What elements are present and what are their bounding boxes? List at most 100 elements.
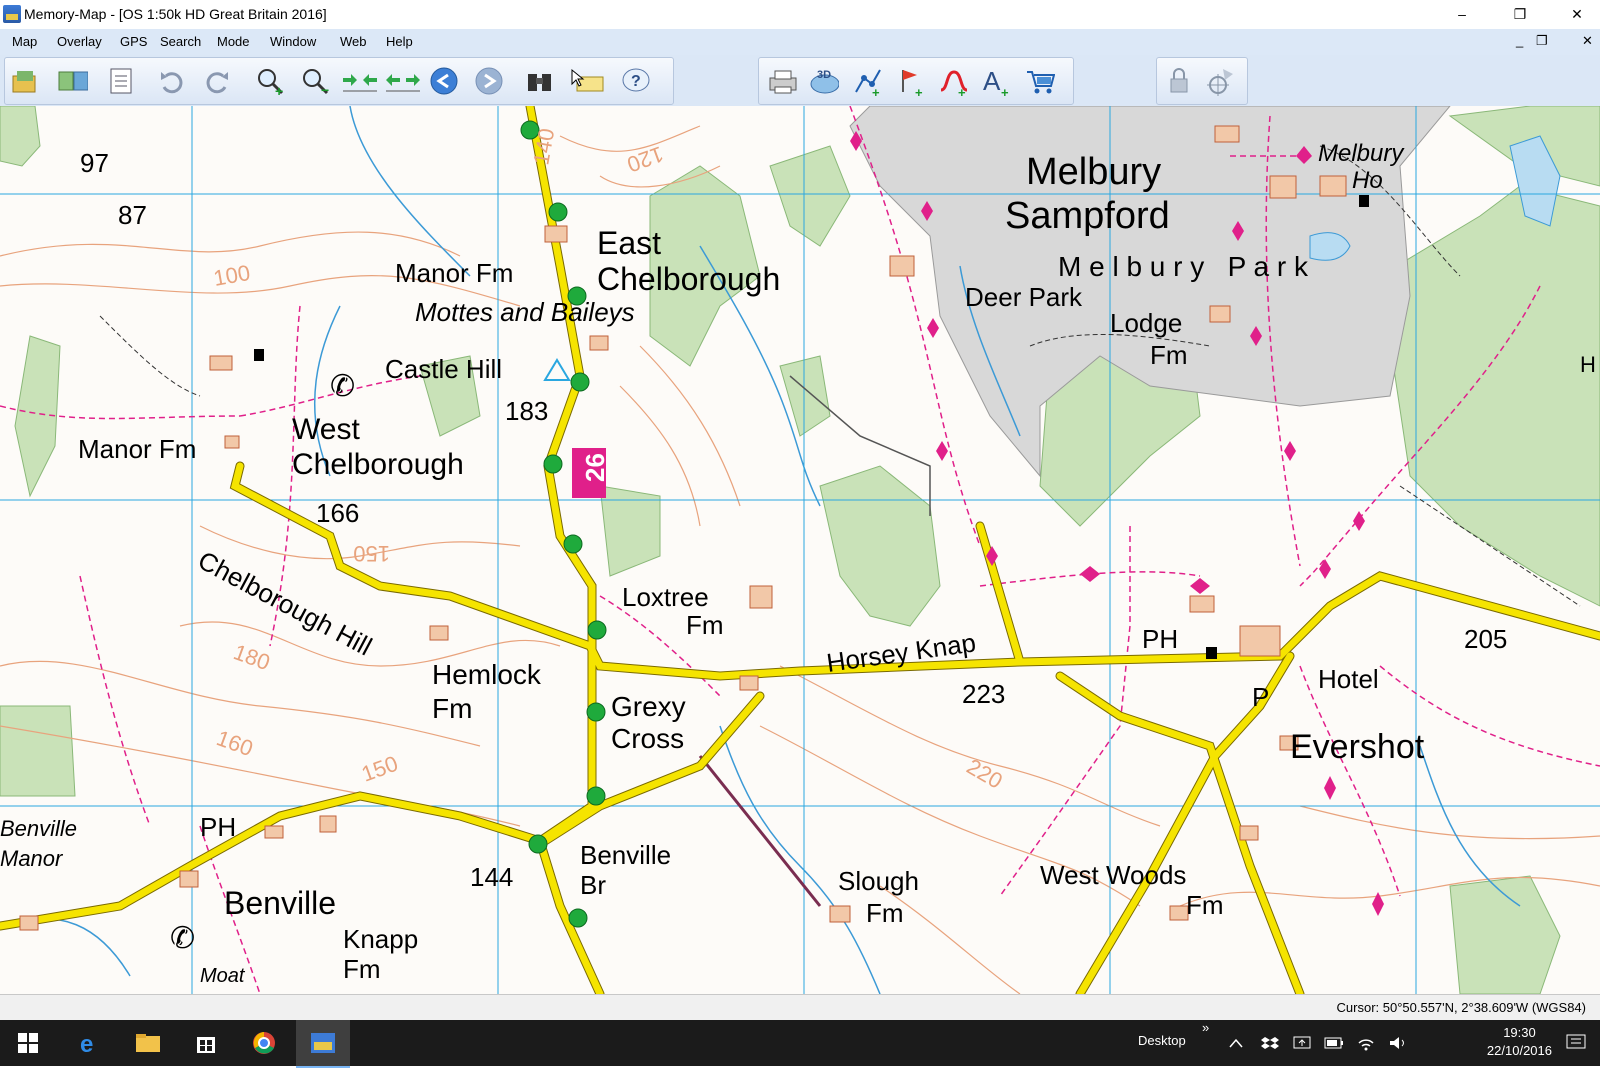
label-slough-fm: Fm xyxy=(866,898,904,928)
telephone-icon: ✆ xyxy=(330,370,355,403)
select-area-icon[interactable] xyxy=(568,66,608,96)
menu-help[interactable]: Help xyxy=(386,34,413,49)
label-grexy-cross: Grexy xyxy=(611,691,686,722)
place-melbury-sampford: Sampford xyxy=(1005,195,1170,237)
os-map[interactable]: 26 ✆ ✆ Melbury Sampford Melbury Ho M e l… xyxy=(0,106,1600,994)
minimize-button[interactable]: – xyxy=(1439,0,1485,29)
start-button[interactable] xyxy=(4,1020,52,1066)
menu-window[interactable]: Window xyxy=(270,34,316,49)
volume-icon[interactable] xyxy=(1384,1020,1412,1066)
new-route-icon[interactable]: + xyxy=(852,66,882,96)
route-waypoint[interactable] xyxy=(568,908,588,928)
help-icon[interactable]: ? xyxy=(621,66,651,96)
label-hemlock-fm: Hemlock xyxy=(432,659,542,690)
building xyxy=(1319,175,1347,197)
label-melbury-ho: Melbury xyxy=(1318,140,1405,167)
route-waypoint[interactable] xyxy=(563,534,583,554)
title-bar: Memory-Map - [OS 1:50k HD Great Britain … xyxy=(0,0,1600,29)
clock[interactable]: 19:30 22/10/2016 xyxy=(1487,1024,1552,1060)
file-explorer-icon[interactable] xyxy=(124,1020,172,1066)
zoom-in-icon[interactable]: + xyxy=(255,66,285,96)
mdi-close-button[interactable]: ✕ xyxy=(1582,33,1593,49)
label-lodge-fm: Lodge xyxy=(1110,308,1182,338)
label-deer-park: Deer Park xyxy=(965,282,1083,312)
store-icon[interactable] xyxy=(182,1020,230,1066)
memory-map-taskbar-button[interactable] xyxy=(296,1020,350,1068)
new-track-icon[interactable]: + xyxy=(938,66,968,96)
status-bar: Cursor: 50°50.557'N, 2°38.609'W (WGS84) xyxy=(0,994,1600,1021)
chrome-icon[interactable] xyxy=(240,1020,288,1066)
label-height-166: 166 xyxy=(316,498,359,528)
edge-browser-icon[interactable]: e xyxy=(66,1020,114,1066)
building xyxy=(1189,595,1215,613)
building xyxy=(1239,625,1281,657)
lock-icon[interactable] xyxy=(1163,66,1193,96)
menu-web[interactable]: Web xyxy=(340,34,367,49)
label-knapp-fm: Knapp xyxy=(343,924,418,954)
route-waypoint[interactable] xyxy=(586,786,606,806)
mdi-restore-button[interactable]: ❐ xyxy=(1536,33,1548,49)
svg-text:+: + xyxy=(872,85,880,96)
menu-map[interactable]: Map xyxy=(12,34,37,49)
label-castle-hill: Castle Hill xyxy=(385,354,502,384)
svg-text:−: − xyxy=(321,82,329,96)
route-waypoint[interactable] xyxy=(587,620,607,640)
route-waypoint[interactable] xyxy=(528,834,548,854)
dropbox-icon[interactable] xyxy=(1256,1020,1284,1066)
mdi-minimize-button[interactable]: _ xyxy=(1516,33,1523,48)
maximize-button[interactable]: ❐ xyxy=(1497,0,1543,29)
notification-center-icon[interactable] xyxy=(1556,1020,1596,1066)
desktop-toolbar-label[interactable]: Desktop xyxy=(1138,1033,1186,1048)
label-benville-manor: Manor xyxy=(0,846,64,871)
scale-out-icon[interactable] xyxy=(383,66,423,96)
new-mark-icon[interactable]: + xyxy=(895,66,925,96)
map-list-icon[interactable] xyxy=(58,66,88,96)
place-east-chelborough: Chelborough xyxy=(597,261,780,297)
building xyxy=(1214,125,1240,143)
building xyxy=(1209,305,1231,323)
toolbar-group-overlay: 3D + + + A + xyxy=(758,57,1074,105)
undo-icon[interactable] xyxy=(157,66,187,96)
shop-icon[interactable] xyxy=(1025,66,1055,96)
clock-time: 19:30 xyxy=(1503,1025,1536,1040)
place-melbury-sampford: Melbury xyxy=(1026,151,1161,193)
route-waypoint[interactable] xyxy=(548,202,568,222)
open-map-icon[interactable] xyxy=(10,66,40,96)
building xyxy=(264,825,284,839)
print-icon[interactable] xyxy=(767,66,797,96)
building xyxy=(224,435,240,449)
label-height-183: 183 xyxy=(505,396,548,426)
back-icon[interactable] xyxy=(429,66,459,96)
scale-in-icon[interactable] xyxy=(340,66,380,96)
map-canvas[interactable]: 26 ✆ ✆ Melbury Sampford Melbury Ho M e l… xyxy=(0,106,1600,994)
forward-icon[interactable] xyxy=(474,66,504,96)
new-text-icon[interactable]: A + xyxy=(981,66,1011,96)
menu-mode[interactable]: Mode xyxy=(217,34,250,49)
memory-map-app-icon[interactable] xyxy=(3,5,21,23)
route-waypoint[interactable] xyxy=(543,454,563,474)
building xyxy=(829,905,851,923)
wifi-icon[interactable] xyxy=(1352,1020,1380,1066)
battery-icon[interactable] xyxy=(1320,1020,1348,1066)
route-waypoint[interactable] xyxy=(586,702,606,722)
redo-icon[interactable] xyxy=(202,66,232,96)
properties-icon[interactable] xyxy=(106,66,136,96)
gps-icon[interactable] xyxy=(1205,66,1235,96)
menu-overlay[interactable]: Overlay xyxy=(57,34,102,49)
place-west-chelborough: Chelborough xyxy=(292,448,464,481)
close-button[interactable]: ✕ xyxy=(1554,0,1600,29)
desktop-toolbar-chevron[interactable]: » xyxy=(1202,1020,1209,1035)
building xyxy=(749,585,773,609)
zoom-out-icon[interactable]: − xyxy=(300,66,330,96)
taskbar: e Desktop » 19:30 22/10/2016 xyxy=(0,1020,1600,1068)
window-title: Memory-Map - [OS 1:50k HD Great Britain … xyxy=(24,6,327,22)
label-benville-manor: Benville xyxy=(0,816,77,841)
3d-view-icon[interactable]: 3D xyxy=(809,66,839,96)
route-waypoint[interactable] xyxy=(570,372,590,392)
label-parking: P xyxy=(1252,682,1269,712)
menu-gps[interactable]: GPS xyxy=(120,34,147,49)
menu-search[interactable]: Search xyxy=(160,34,201,49)
binoculars-icon[interactable] xyxy=(525,66,555,96)
remote-desktop-icon[interactable] xyxy=(1288,1020,1316,1066)
chevron-up-icon[interactable] xyxy=(1222,1020,1250,1066)
